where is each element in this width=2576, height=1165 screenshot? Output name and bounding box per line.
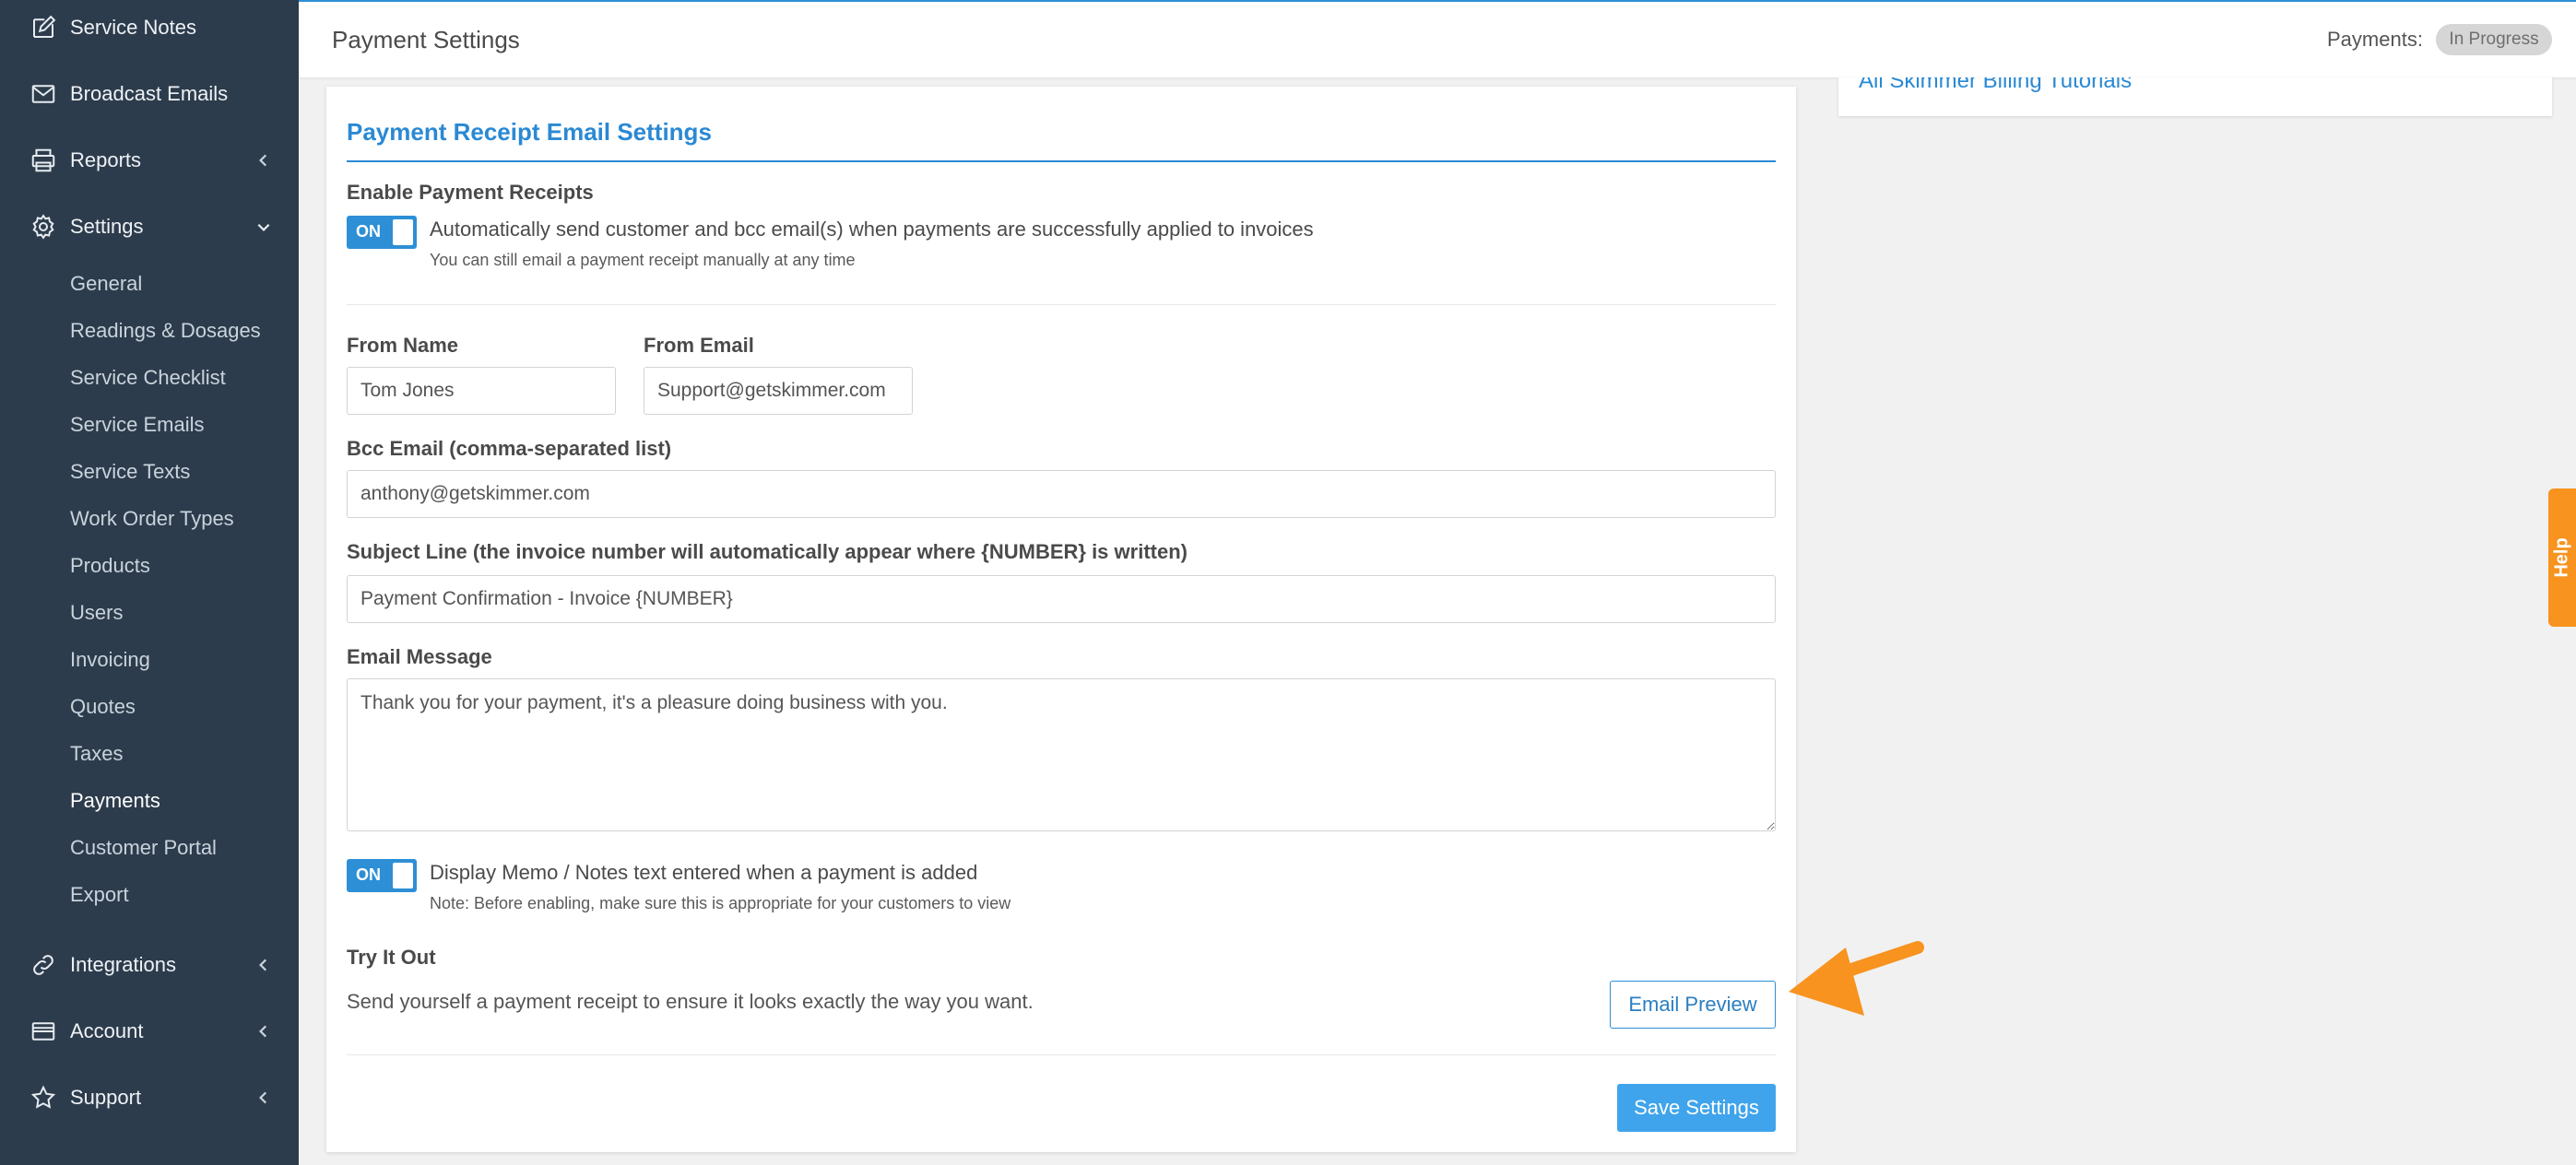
sidebar: Service Notes Broadcast Emails Reports S…	[0, 0, 299, 1165]
printer-icon	[28, 145, 59, 176]
sidebar-subitem-service-texts[interactable]: Service Texts	[70, 457, 190, 487]
from-email-label: From Email	[644, 334, 754, 357]
chevron-down-icon	[254, 218, 273, 236]
star-icon	[28, 1082, 59, 1113]
chevron-left-icon	[254, 1089, 273, 1107]
enable-receipts-label: Enable Payment Receipts	[347, 181, 594, 204]
from-email-input[interactable]	[644, 367, 913, 415]
billing-tutorials-link[interactable]: All Skimmer Billing Tutorials	[1859, 77, 2132, 94]
sidebar-item-support[interactable]: Support	[0, 1070, 299, 1125]
try-it-out-label: Try It Out	[347, 946, 436, 969]
display-memo-note: Note: Before enabling, make sure this is…	[430, 894, 1011, 912]
email-preview-button[interactable]: Email Preview	[1610, 981, 1776, 1029]
top-header: Payment Settings Payments: In Progress	[299, 0, 2576, 77]
toggle-knob	[393, 863, 413, 888]
sidebar-subitem-users[interactable]: Users	[70, 598, 123, 628]
sidebar-item-label: Account	[70, 1019, 144, 1042]
sidebar-item-integrations[interactable]: Integrations	[0, 937, 299, 993]
sidebar-subitem-general[interactable]: General	[70, 269, 142, 299]
sidebar-subitem-readings-dosages[interactable]: Readings & Dosages	[70, 316, 261, 346]
try-it-out-description: Send yourself a payment receipt to ensur…	[347, 990, 1034, 1013]
tutorials-panel: All Skimmer Billing Tutorials	[1838, 77, 2552, 116]
help-tab[interactable]: Help	[2548, 488, 2576, 627]
chevron-left-icon	[254, 956, 273, 974]
email-message-textarea[interactable]: Thank you for your payment, it's a pleas…	[347, 678, 1776, 831]
sidebar-item-label: Reports	[70, 148, 142, 171]
from-name-label: From Name	[347, 334, 459, 357]
sidebar-item-account[interactable]: Account	[0, 1004, 299, 1059]
envelope-icon	[28, 78, 59, 110]
status-badge: In Progress	[2436, 24, 2552, 55]
chevron-left-icon	[254, 151, 273, 170]
enable-receipts-note: You can still email a payment receipt ma…	[430, 251, 856, 269]
sidebar-subitem-service-emails[interactable]: Service Emails	[70, 410, 204, 440]
sidebar-subitem-quotes[interactable]: Quotes	[70, 692, 136, 722]
sidebar-subitem-work-order-types[interactable]: Work Order Types	[70, 504, 234, 534]
toggle-state: ON	[356, 222, 381, 241]
edit-icon	[28, 12, 59, 43]
display-memo-description: Display Memo / Notes text entered when a…	[430, 861, 978, 884]
sidebar-subitem-customer-portal[interactable]: Customer Portal	[70, 833, 217, 863]
payments-status-label: Payments:	[2327, 28, 2423, 51]
display-memo-toggle[interactable]: ON	[347, 859, 417, 892]
toggle-knob	[393, 219, 413, 245]
subject-line-input[interactable]	[347, 575, 1776, 623]
sidebar-subitem-taxes[interactable]: Taxes	[70, 739, 123, 769]
save-settings-button[interactable]: Save Settings	[1617, 1084, 1776, 1132]
sidebar-subitem-products[interactable]: Products	[70, 551, 150, 581]
toggle-state: ON	[356, 865, 381, 884]
chevron-left-icon	[254, 1022, 273, 1041]
subject-line-label: Subject Line (the invoice number will au…	[347, 540, 1188, 563]
sidebar-item-broadcast-emails[interactable]: Broadcast Emails	[0, 66, 299, 122]
section-divider	[347, 304, 1776, 305]
gear-icon	[28, 211, 59, 242]
from-name-input[interactable]	[347, 367, 616, 415]
sidebar-item-label: Service Notes	[70, 16, 196, 39]
sidebar-item-label: Broadcast Emails	[70, 82, 229, 105]
page-title: Payment Settings	[332, 26, 520, 53]
sidebar-subitem-service-checklist[interactable]: Service Checklist	[70, 363, 226, 393]
bcc-email-input[interactable]	[347, 470, 1776, 518]
enable-receipts-toggle[interactable]: ON	[347, 216, 417, 249]
section-divider	[347, 1054, 1776, 1055]
sidebar-subitem-invoicing[interactable]: Invoicing	[70, 645, 150, 675]
sidebar-item-label: Support	[70, 1086, 142, 1109]
link-icon	[28, 949, 59, 981]
enable-receipts-description: Automatically send customer and bcc emai…	[430, 218, 1314, 241]
sidebar-subitem-export[interactable]: Export	[70, 880, 129, 910]
title-divider	[347, 160, 1776, 162]
sidebar-item-label: Settings	[70, 215, 144, 238]
sidebar-item-service-notes[interactable]: Service Notes	[0, 0, 299, 55]
email-message-label: Email Message	[347, 645, 492, 668]
sidebar-item-reports[interactable]: Reports	[0, 133, 299, 188]
annotation-arrow-icon	[1789, 941, 1924, 1016]
sidebar-subitem-payments[interactable]: Payments	[70, 786, 160, 816]
credit-card-icon	[28, 1016, 59, 1047]
bcc-email-label: Bcc Email (comma-separated list)	[347, 437, 672, 460]
sidebar-item-settings[interactable]: Settings	[0, 199, 299, 254]
help-tab-label: Help	[2551, 537, 2572, 578]
card-title: Payment Receipt Email Settings	[347, 118, 712, 146]
payment-receipt-settings-card: Payment Receipt Email Settings Enable Pa…	[326, 87, 1796, 1152]
sidebar-item-label: Integrations	[70, 953, 176, 976]
